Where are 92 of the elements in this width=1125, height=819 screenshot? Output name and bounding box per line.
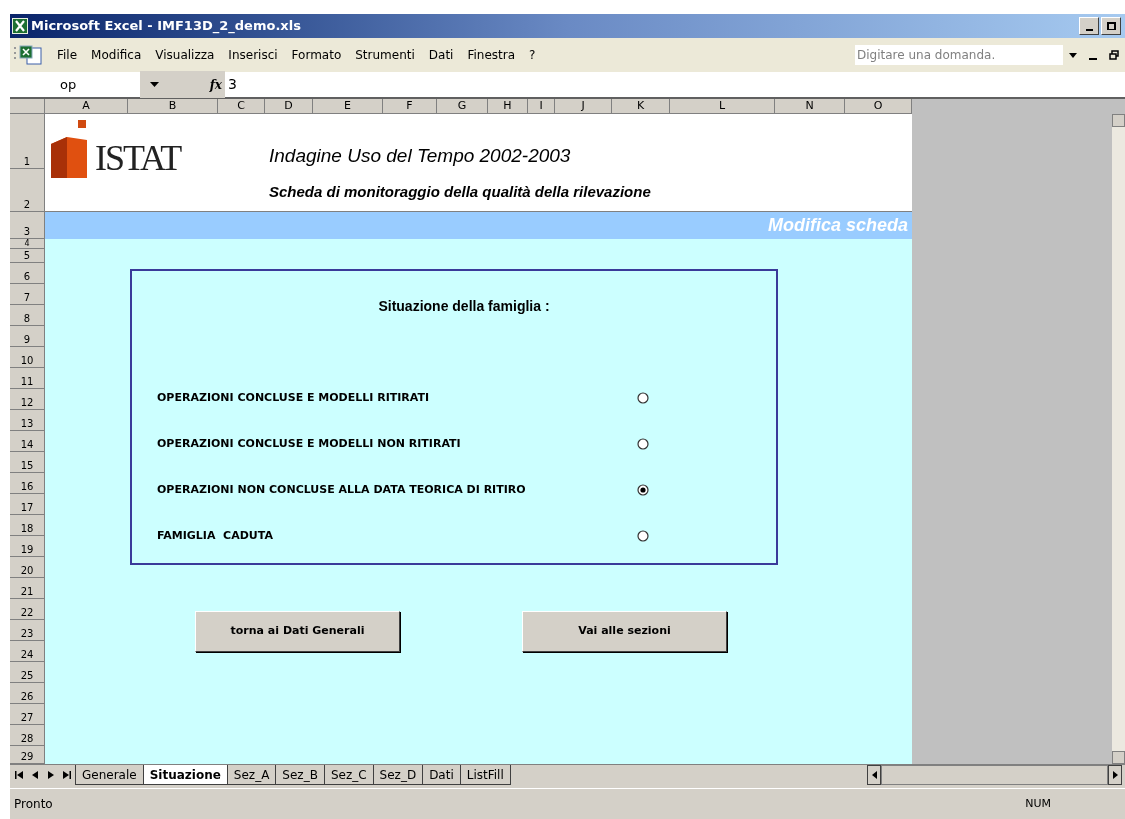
radio-button[interactable] [637,438,649,450]
function-label[interactable]: fx [209,75,222,94]
minimize-button[interactable] [1079,17,1099,35]
radio-button[interactable] [637,392,649,404]
dropdown-arrow-icon[interactable] [1069,52,1077,58]
option-label: OPERAZIONI CONCLUSE E MODELLI RITIRATI [157,389,431,406]
row-header[interactable]: 15 [10,452,45,473]
row-header[interactable]: 21 [10,578,45,599]
menu-item[interactable]: Formato [284,46,349,64]
row-header[interactable]: 24 [10,641,45,662]
select-all-corner[interactable] [10,99,45,114]
banner-title: Modifica scheda [767,214,908,237]
option-label: OPERAZIONI CONCLUSE E MODELLI NON RITIRATI [157,435,462,452]
status-text: Pronto [14,796,53,813]
row-header[interactable]: 9 [10,326,45,347]
help-search-field[interactable]: Digitare una domanda. [855,45,1063,65]
row-header[interactable]: 12 [10,389,45,410]
menu-item[interactable]: Finestra [460,46,523,64]
next-button[interactable]: Vai alle sezioni [522,611,727,652]
column-header[interactable]: K [612,99,670,114]
restore-button[interactable] [1101,17,1121,35]
row-header[interactable]: 2 [10,169,45,212]
row-header[interactable]: 4 [10,239,45,249]
back-button[interactable]: torna ai Dati Generali [195,611,400,652]
dropdown-arrow-icon[interactable] [150,82,159,87]
column-header[interactable]: L [670,99,775,114]
logo-text: ISTAT [95,138,181,178]
excel-icon [12,18,28,34]
option-label: OPERAZIONI NON CONCLUSE ALLA DATA TEORICA DI RITIRO [157,481,527,498]
row-header[interactable]: 3 [10,212,45,239]
scroll-left-icon[interactable] [871,771,877,779]
column-header[interactable]: O [845,99,912,114]
radio-button[interactable] [637,530,649,542]
column-header[interactable]: F [383,99,437,114]
column-header[interactable]: A [45,99,128,114]
row-header[interactable]: 27 [10,704,45,725]
menu-item[interactable]: ? [522,46,543,64]
column-header[interactable]: H [488,99,528,114]
menu-item[interactable]: Modifica [84,46,149,64]
column-header[interactable]: G [437,99,488,114]
sheet-tab[interactable]: Situazione [142,765,228,785]
menu-item[interactable]: Inserisci [221,46,285,64]
row-header[interactable]: 18 [10,515,45,536]
row-header[interactable]: 8 [10,305,45,326]
workbook-icon[interactable] [14,45,44,65]
scroll-right-icon[interactable] [1112,771,1118,779]
row-header[interactable]: 10 [10,347,45,368]
row-header[interactable]: 11 [10,368,45,389]
row-header[interactable]: 20 [10,557,45,578]
column-header[interactable]: B [128,99,218,114]
row-header[interactable]: 17 [10,494,45,515]
window-title: Microsoft Excel - IMF13D_2_demo.xls [31,17,301,36]
row-header[interactable]: 22 [10,599,45,620]
row-header[interactable]: 19 [10,536,45,557]
sheet-subtitle: Scheda di monitoraggio della qualità della rilevazione [269,182,651,202]
radio-button-checked[interactable] [637,484,649,496]
sheet-tab[interactable]: ListFill [459,765,511,785]
row-header[interactable]: 1 [10,114,45,169]
row-header[interactable]: 28 [10,725,45,746]
vertical-scrollbar[interactable] [1112,114,1125,764]
menu-item[interactable]: Dati [421,46,461,64]
column-header[interactable]: E [313,99,383,114]
restore-icon[interactable] [1109,50,1119,60]
option-label: FAMIGLIA CADUTA [157,527,274,544]
sheet-title: Indagine Uso del Tempo 2002-2003 [269,144,571,168]
form-heading: Situazione della famiglia : [378,297,550,316]
horizontal-scrollbar[interactable] [867,765,1122,785]
column-header[interactable]: I [528,99,555,114]
last-sheet-icon[interactable] [62,770,72,780]
row-header[interactable]: 25 [10,662,45,683]
sheet-tab[interactable]: Generale [75,765,144,785]
menu-item[interactable]: File [50,46,85,64]
previous-sheet-icon[interactable] [30,770,40,780]
menu-item[interactable]: Visualizza [148,46,222,64]
formula-input[interactable]: 3 [228,74,237,95]
row-header[interactable]: 14 [10,431,45,452]
menu-item[interactable]: Strumenti [348,46,422,64]
next-sheet-icon[interactable] [46,770,56,780]
row-header[interactable]: 16 [10,473,45,494]
column-header[interactable]: N [775,99,845,114]
column-header[interactable]: J [555,99,612,114]
row-header[interactable]: 23 [10,620,45,641]
row-header[interactable]: 6 [10,263,45,284]
row-header[interactable]: 26 [10,683,45,704]
row-header[interactable]: 7 [10,284,45,305]
row-header[interactable]: 5 [10,249,45,263]
num-lock-indicator: NUM [1025,795,1051,812]
column-header[interactable]: C [218,99,265,114]
first-sheet-icon[interactable] [14,770,24,780]
row-header[interactable]: 13 [10,410,45,431]
row-header[interactable]: 29 [10,746,45,764]
column-header[interactable]: D [265,99,313,114]
